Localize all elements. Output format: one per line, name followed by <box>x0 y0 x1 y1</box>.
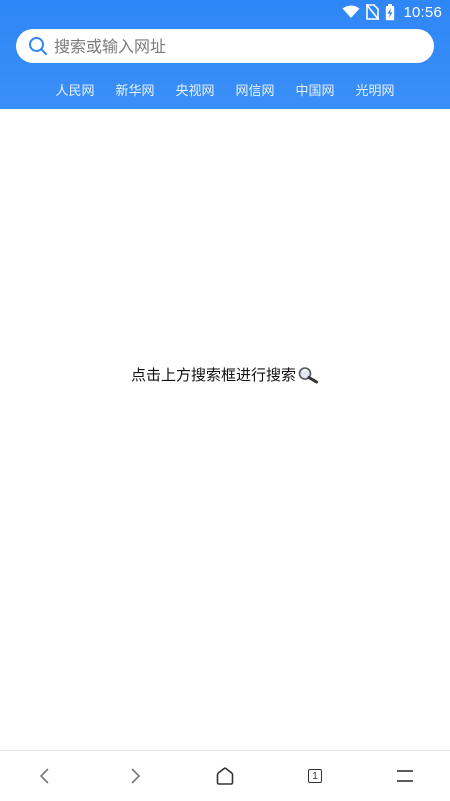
back-button[interactable] <box>20 751 70 801</box>
search-hint-text: 点击上方搜索框进行搜索 <box>130 366 296 384</box>
status-time: 10:56 <box>403 3 442 21</box>
menu-icon <box>397 770 413 782</box>
site-links: 人民网 新华网 央视网 网信网 中国网 光明网 <box>0 80 450 99</box>
tabs-button[interactable]: 1 <box>290 751 340 801</box>
site-link-cac[interactable]: 网信网 <box>236 80 275 99</box>
site-link-guangming[interactable]: 光明网 <box>356 80 395 99</box>
site-link-xinhua[interactable]: 新华网 <box>115 80 154 99</box>
back-icon <box>39 768 49 784</box>
site-link-cctv[interactable]: 央视网 <box>175 80 214 99</box>
home-button[interactable] <box>200 751 250 801</box>
no-sim-icon <box>366 4 380 20</box>
search-input[interactable] <box>54 31 394 61</box>
search-icon[interactable] <box>28 36 48 56</box>
forward-icon <box>131 768 141 784</box>
forward-button[interactable] <box>110 751 160 801</box>
battery-charging-icon <box>386 3 395 20</box>
top-header: 10:56 人民网 新华网 央视网 网信网 中国网 光明网 <box>0 0 450 109</box>
status-icons: 10:56 <box>342 2 442 22</box>
menu-button[interactable] <box>380 751 430 801</box>
status-bar: 10:56 <box>0 0 450 24</box>
search-hint: 点击上方搜索框进行搜索 <box>0 364 450 385</box>
home-icon <box>216 767 234 785</box>
tab-count: 1 <box>312 770 318 782</box>
wifi-icon <box>342 5 360 18</box>
site-link-renmin[interactable]: 人民网 <box>55 80 94 99</box>
search-bar[interactable] <box>16 29 434 63</box>
magnifier-icon <box>298 366 318 383</box>
tabs-icon: 1 <box>308 769 322 783</box>
bottom-nav-bar: 1 <box>0 750 450 801</box>
site-link-china[interactable]: 中国网 <box>296 80 335 99</box>
